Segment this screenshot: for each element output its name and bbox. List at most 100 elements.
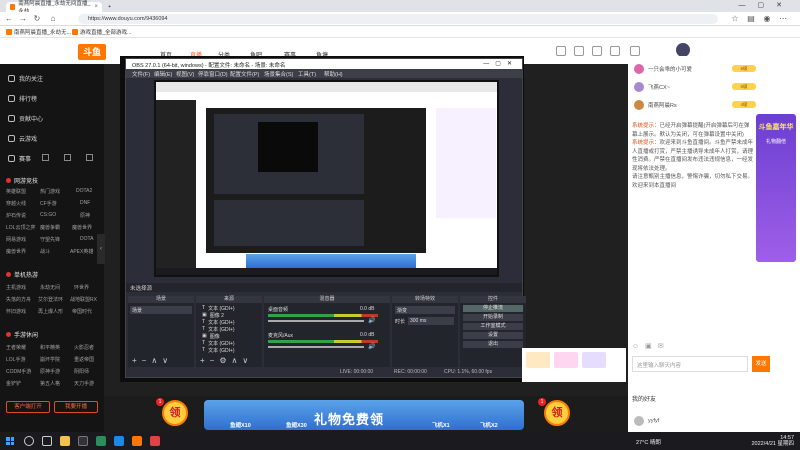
obs-menu-file[interactable]: 文件(F) [132, 70, 150, 78]
sidebar-sub[interactable]: 王者荣耀 [6, 344, 26, 351]
duration-input[interactable]: 300 ms [408, 317, 454, 325]
message-icon[interactable] [610, 46, 620, 56]
sidebar-sub[interactable]: 金铲铲 [6, 380, 21, 387]
user-avatar[interactable] [676, 43, 690, 57]
obs-menu-docks[interactable]: 停靠窗口(D) [198, 70, 228, 78]
source-row[interactable]: T 文本 (GDI+) [202, 326, 235, 333]
chat-tool-icons[interactable]: ☺▣✉ [632, 342, 670, 350]
gift-item[interactable] [582, 352, 606, 368]
sidebar-sub[interactable]: 环世界 [74, 284, 89, 291]
sidebar-sub[interactable]: 阴阳师 [74, 368, 89, 375]
sidebar-sub[interactable]: 魔兽世界 [6, 248, 26, 255]
obs-menu-view[interactable]: 视图(V) [176, 70, 194, 78]
bookmark-item[interactable]: 南燕阿晨直播_永劫无... [6, 28, 71, 36]
browser-tab-active[interactable]: 南燕阿晨直播_永劫无间直播_永劫 × [6, 1, 102, 15]
app-icon[interactable] [96, 436, 106, 446]
sidebar-sub[interactable]: 魔兽争霸 [40, 224, 60, 231]
sidebar-collapse-handle[interactable]: ‹ [97, 234, 105, 264]
sidebar-sub[interactable]: 炉石传说 [6, 212, 26, 219]
favorite-star-icon[interactable]: ☆ [730, 14, 740, 24]
stop-streaming-button[interactable]: 停止推流 [463, 305, 523, 312]
source-row[interactable]: T 文本 (GDI+) [202, 319, 235, 326]
scene-item[interactable]: 场景 [130, 306, 192, 314]
sidebar-sub[interactable]: 永劫无间 [40, 284, 60, 291]
sidebar-section-online[interactable]: 网游竞技 [6, 176, 38, 185]
send-button[interactable]: 发送 [752, 356, 770, 372]
tv-icon[interactable] [86, 154, 93, 161]
sidebar-sub[interactable]: DOTA [80, 236, 94, 242]
sidebar-sub[interactable]: DOTA2 [76, 188, 92, 194]
claim-circle[interactable]: 领 [162, 400, 188, 426]
weather-widget[interactable]: 27°C 晴朗 [636, 438, 661, 446]
sidebar-sub[interactable]: 怀旧游戏 [6, 308, 26, 315]
obs-taskbar-icon[interactable] [78, 436, 88, 446]
sidebar-section-single[interactable]: 单机热游 [6, 270, 38, 279]
source-row[interactable]: T 文本 (GDI+) [202, 305, 235, 312]
rank-row[interactable]: 飞燕CX~ [634, 82, 670, 92]
game-icon[interactable] [42, 154, 49, 161]
sidebar-sub[interactable]: LOL云顶之弈 [6, 224, 35, 231]
sidebar-sub[interactable]: CS:GO [40, 212, 56, 218]
friend-row[interactable]: yyfyf [634, 416, 659, 426]
sidebar-item-cloud-game[interactable]: 云游戏 [8, 134, 37, 143]
search-icon[interactable] [24, 436, 34, 446]
obs-menu-scene-collection[interactable]: 场景集合(S) [264, 70, 293, 78]
chat-input[interactable]: 这里输入聊天内容 [632, 356, 748, 372]
gift-item[interactable] [526, 352, 550, 368]
sidebar-sub[interactable]: 天刀手游 [74, 380, 94, 387]
bookmark-item[interactable]: 游戏直播_全部游戏... [72, 28, 132, 36]
back-icon[interactable]: ← [4, 14, 14, 24]
obs-preview[interactable] [154, 80, 499, 277]
source-toolbar[interactable]: +−⚙∧∨ [200, 356, 253, 365]
sidebar-sub[interactable]: 战地联盟RX [70, 296, 97, 303]
transition-select[interactable]: 渐变 [395, 306, 455, 314]
close-tab-icon[interactable]: × [94, 4, 98, 10]
sidebar-sub[interactable]: 和平精英 [40, 344, 60, 351]
sidebar-sub[interactable]: 失落的方舟 [6, 296, 31, 303]
download-icon[interactable] [592, 46, 602, 56]
profile-icon[interactable]: ◉ [762, 14, 772, 24]
sidebar-sub[interactable]: 魔兽世界 [72, 224, 92, 231]
sidebar-sub[interactable]: 穿越火线 [6, 200, 26, 207]
claim-circle[interactable]: 领 [544, 400, 570, 426]
exit-button[interactable]: 退出 [463, 341, 523, 348]
source-row[interactable]: ▣ 图像 2 [202, 312, 224, 319]
follow-icon[interactable] [574, 46, 584, 56]
rank-row[interactable]: 南燕阿晨Rs [634, 100, 677, 110]
sidebar-sub[interactable]: APEX英雄 [70, 248, 93, 255]
sidebar-sub[interactable]: 原神 [80, 212, 90, 219]
sidebar-section-mobile[interactable]: 手游休闲 [6, 330, 38, 339]
home-icon[interactable]: ⌂ [48, 14, 58, 24]
sidebar-item-events[interactable]: 赛事 [8, 154, 31, 163]
obs-menu-profile[interactable]: 配置文件(P) [230, 70, 259, 78]
obs-window-controls[interactable]: —▢✕ [483, 60, 518, 67]
obs-menu-help[interactable]: 帮助(H) [324, 70, 343, 78]
settings-button[interactable]: 设置 [463, 332, 523, 339]
sidebar-sub[interactable]: LOL手游 [6, 356, 25, 363]
refresh-icon[interactable]: ↻ [32, 14, 42, 24]
task-view-icon[interactable] [42, 436, 52, 446]
rank-row[interactable]: 一只会乖的小可爱 [634, 64, 692, 74]
douyu-logo[interactable]: 斗鱼 [78, 44, 106, 60]
sidebar-sub[interactable]: 守望先锋 [40, 236, 60, 243]
sidebar-item-contribution[interactable]: 贡献中心 [8, 114, 43, 123]
mobile-icon[interactable] [64, 154, 71, 161]
system-tray-clock[interactable]: 14:57 2022/4/21 星期四 [752, 435, 795, 447]
sidebar-sub[interactable]: CODM手游 [6, 368, 31, 375]
sidebar-sub[interactable]: 战斗 [40, 248, 50, 255]
promo-panel[interactable]: 斗鱼嘉年华 礼物翻倍 [756, 114, 796, 262]
sidebar-sub[interactable]: 英雄联盟 [6, 188, 26, 195]
sidebar-sub[interactable]: 再上爆人形 [38, 308, 63, 315]
app-icon[interactable] [150, 436, 160, 446]
new-tab-button[interactable]: + [104, 2, 114, 12]
scene-toolbar[interactable]: +−∧∨ [132, 356, 173, 365]
window-controls[interactable]: —▢✕ [739, 1, 794, 9]
obs-menu-tools[interactable]: 工具(T) [298, 70, 316, 78]
obs-menu-edit[interactable]: 编辑(E) [154, 70, 172, 78]
sidebar-sub[interactable]: DNF [80, 200, 90, 206]
sidebar-sub[interactable]: CF手游 [40, 200, 57, 207]
sidebar-sub[interactable]: 主机游戏 [6, 284, 26, 291]
start-recording-button[interactable]: 开始录制 [463, 314, 523, 321]
sidebar-item-follow[interactable]: 我的关注 [8, 74, 43, 83]
volume-slider[interactable] [268, 320, 364, 322]
